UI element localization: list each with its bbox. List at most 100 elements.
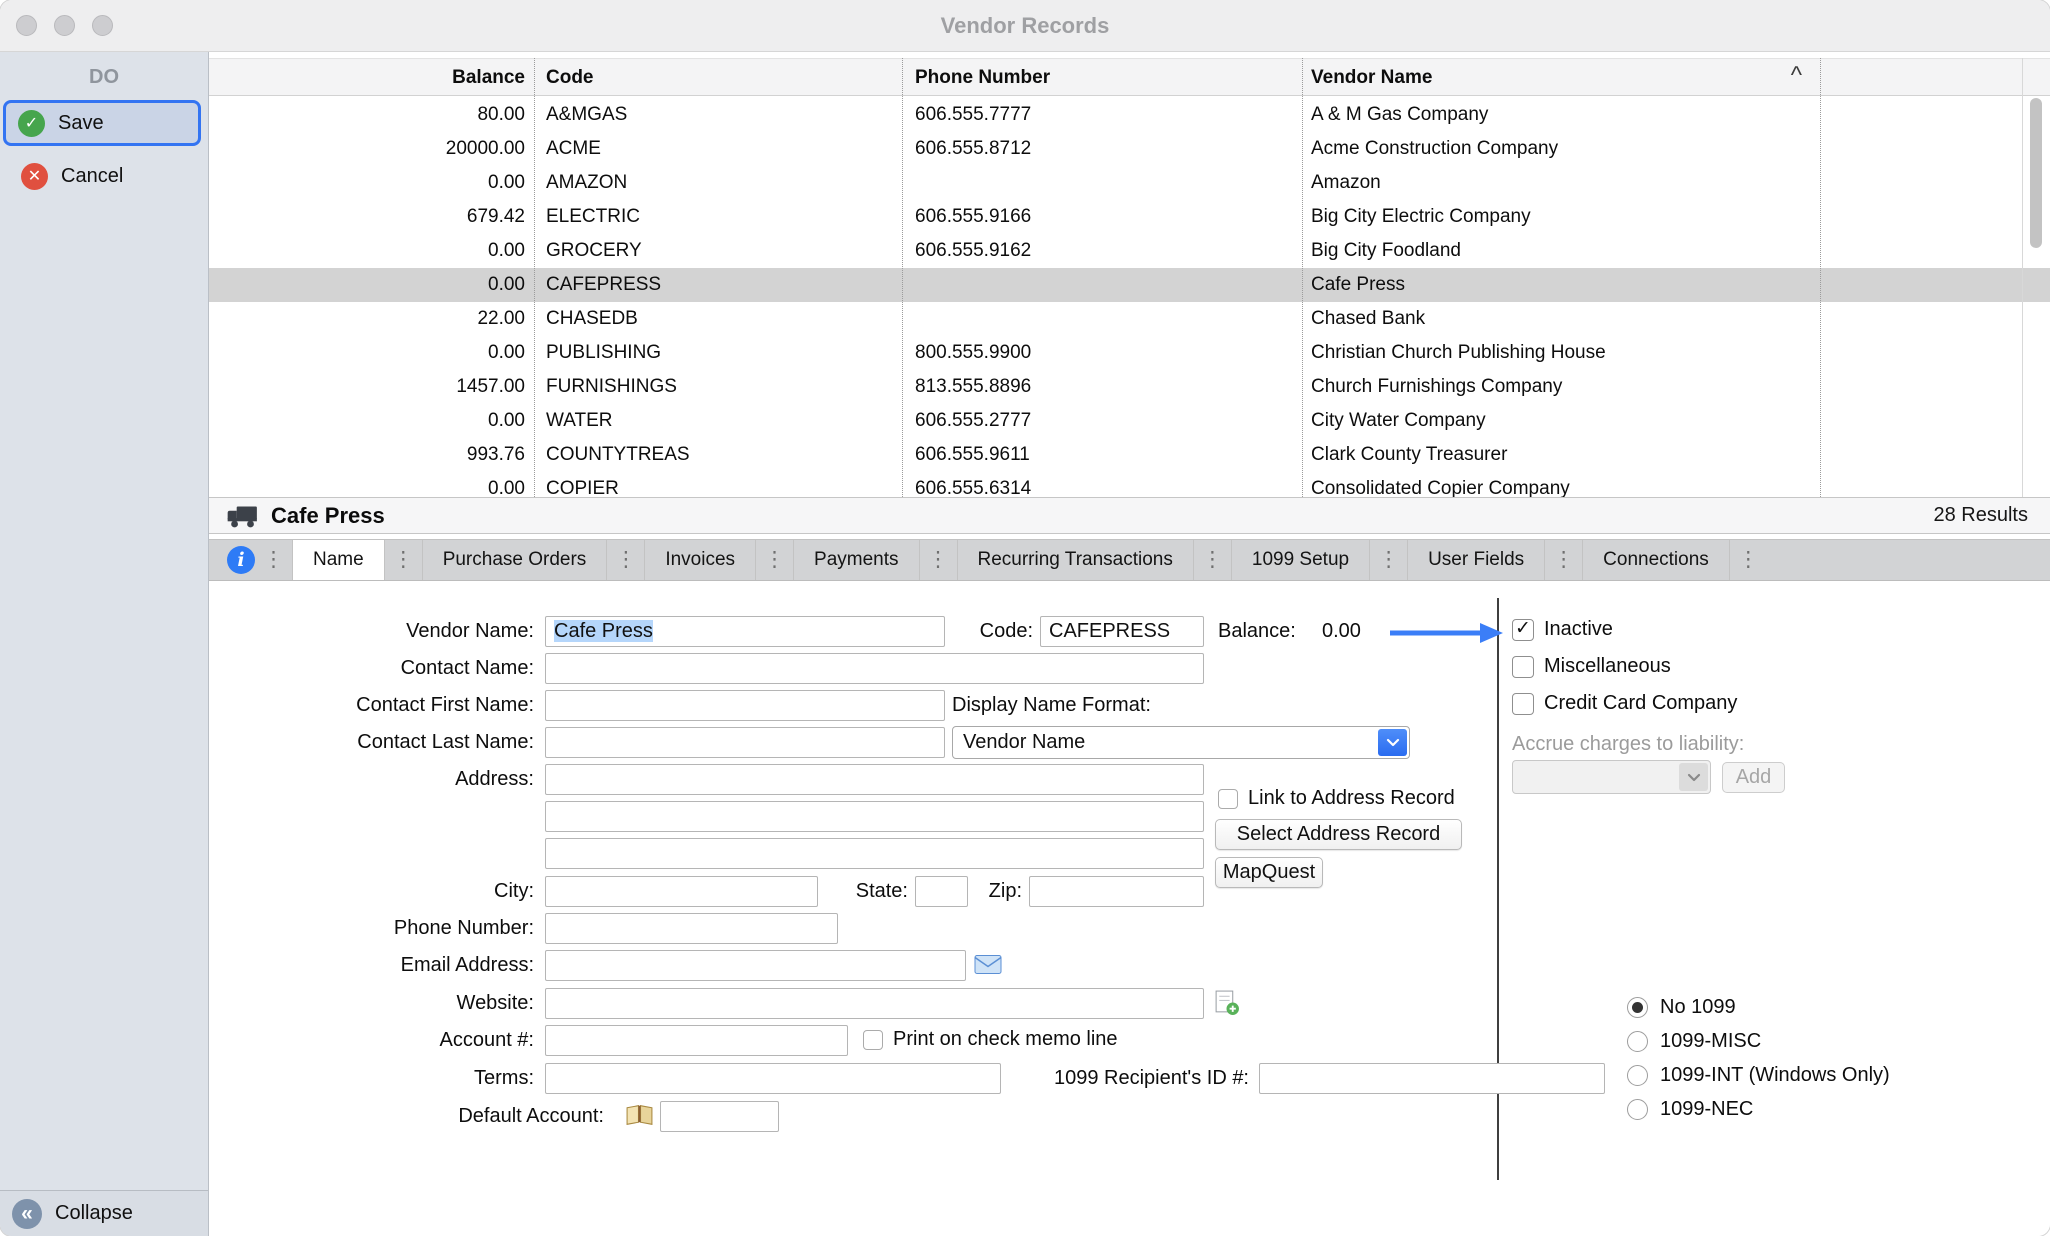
vendor-name-input[interactable]: Cafe Press bbox=[545, 616, 945, 647]
column-header-vendor-name[interactable]: Vendor Name ^ bbox=[1311, 59, 1816, 97]
radio-1099-int-label: 1099-INT (Windows Only) bbox=[1660, 1064, 1890, 1087]
tab-drag-handle-icon: ⋮ bbox=[1202, 540, 1223, 580]
phone-number-label: Phone Number: bbox=[394, 913, 534, 944]
link-address-checkbox[interactable] bbox=[1218, 789, 1238, 809]
website-input[interactable] bbox=[545, 988, 1204, 1019]
tab-recurring-transactions[interactable]: Recurring Transactions bbox=[957, 540, 1194, 580]
code-input[interactable] bbox=[1040, 616, 1204, 647]
contact-name-input[interactable] bbox=[545, 653, 1204, 684]
table-row[interactable]: 0.00COPIER606.555.6314Consolidated Copie… bbox=[209, 472, 2050, 497]
sort-ascending-icon: ^ bbox=[1791, 59, 1802, 95]
print-memo-checkbox-row[interactable]: Print on check memo line bbox=[863, 1028, 1118, 1051]
table-row[interactable]: 679.42ELECTRIC606.555.9166Big City Elect… bbox=[209, 200, 2050, 234]
address-line1-input[interactable] bbox=[545, 764, 1204, 795]
table-cell-balance: 0.00 bbox=[209, 404, 525, 438]
radio-1099-misc[interactable]: 1099-MISC bbox=[1627, 1030, 1761, 1053]
code-label: Code: bbox=[980, 616, 1033, 647]
tab-drag-handle-icon: ⋮ bbox=[1738, 540, 1759, 580]
table-row[interactable]: 1457.00FURNISHINGS813.555.8896Church Fur… bbox=[209, 370, 2050, 404]
table-row[interactable]: 0.00CAFEPRESSCafe Press bbox=[209, 268, 2050, 302]
table-scrollbar-thumb[interactable] bbox=[2030, 98, 2042, 248]
table-row[interactable]: 0.00GROCERY606.555.9162Big City Foodland bbox=[209, 234, 2050, 268]
tab-user-fields[interactable]: User Fields bbox=[1407, 540, 1545, 580]
add-liability-button[interactable]: Add bbox=[1722, 762, 1785, 793]
recipient-id-input[interactable] bbox=[1259, 1063, 1605, 1094]
collapse-label: Collapse bbox=[55, 1202, 133, 1225]
inactive-checkbox[interactable]: ✓ bbox=[1512, 619, 1534, 641]
pointer-arrow-icon bbox=[1386, 616, 1506, 650]
link-address-checkbox-row[interactable]: Link to Address Record bbox=[1218, 787, 1455, 810]
column-header-code[interactable]: Code bbox=[546, 59, 896, 97]
table-cell-balance: 0.00 bbox=[209, 268, 525, 302]
table-cell-code: A&MGAS bbox=[546, 98, 896, 132]
cancel-button[interactable]: ✕ Cancel bbox=[6, 156, 202, 196]
display-name-format-value: Vendor Name bbox=[963, 727, 1085, 758]
inactive-checkbox-row[interactable]: ✓ Inactive bbox=[1512, 618, 1613, 641]
website-label: Website: bbox=[457, 988, 534, 1019]
table-row[interactable]: 80.00A&MGAS606.555.7777A & M Gas Company bbox=[209, 98, 2050, 132]
address-line2-input[interactable] bbox=[545, 801, 1204, 832]
mapquest-button[interactable]: MapQuest bbox=[1215, 857, 1323, 888]
collapse-button[interactable]: « Collapse bbox=[0, 1190, 208, 1236]
table-cell-name: Big City Electric Company bbox=[1311, 200, 1816, 234]
ledger-book-icon[interactable] bbox=[625, 1103, 654, 1127]
table-cell-phone: 813.555.8896 bbox=[915, 370, 1295, 404]
record-status-bar: Cafe Press 28 Results bbox=[209, 497, 2050, 534]
print-memo-checkbox[interactable] bbox=[863, 1030, 883, 1050]
account-number-input[interactable] bbox=[545, 1025, 848, 1056]
vendor-truck-icon bbox=[225, 503, 259, 529]
terms-label: Terms: bbox=[474, 1063, 534, 1094]
accrue-liability-select[interactable] bbox=[1512, 760, 1711, 794]
select-address-record-button[interactable]: Select Address Record bbox=[1215, 819, 1462, 850]
table-row[interactable]: 993.76COUNTYTREAS606.555.9611Clark Count… bbox=[209, 438, 2050, 472]
miscellaneous-checkbox-row[interactable]: Miscellaneous bbox=[1512, 655, 1671, 678]
info-icon[interactable]: i bbox=[227, 546, 255, 574]
credit-card-company-checkbox[interactable] bbox=[1512, 693, 1534, 715]
email-icon[interactable] bbox=[974, 952, 1002, 977]
table-cell-phone bbox=[915, 166, 1295, 200]
open-website-icon[interactable] bbox=[1213, 989, 1240, 1016]
table-cell-balance: 80.00 bbox=[209, 98, 525, 132]
contact-last-name-input[interactable] bbox=[545, 727, 945, 758]
phone-number-input[interactable] bbox=[545, 913, 838, 944]
zip-input[interactable] bbox=[1029, 876, 1204, 907]
radio-1099-nec[interactable]: 1099-NEC bbox=[1627, 1098, 1753, 1121]
table-cell-balance: 0.00 bbox=[209, 166, 525, 200]
tab-purchase-orders[interactable]: Purchase Orders bbox=[422, 540, 608, 580]
table-row[interactable]: 0.00PUBLISHING800.555.9900Christian Chur… bbox=[209, 336, 2050, 370]
radio-icon[interactable] bbox=[1627, 1099, 1648, 1120]
radio-selected-icon[interactable] bbox=[1627, 997, 1648, 1018]
address-line3-input[interactable] bbox=[545, 838, 1204, 869]
table-cell-name: Church Furnishings Company bbox=[1311, 370, 1816, 404]
table-row[interactable]: 0.00AMAZONAmazon bbox=[209, 166, 2050, 200]
radio-icon[interactable] bbox=[1627, 1065, 1648, 1086]
table-row[interactable]: 22.00CHASEDBChased Bank bbox=[209, 302, 2050, 336]
tab-1099-setup[interactable]: 1099 Setup bbox=[1231, 540, 1370, 580]
tab-payments[interactable]: Payments bbox=[793, 540, 919, 580]
email-address-input[interactable] bbox=[545, 950, 966, 981]
table-row[interactable]: 20000.00ACME606.555.8712Acme Constructio… bbox=[209, 132, 2050, 166]
table-row[interactable]: 0.00WATER606.555.2777City Water Company bbox=[209, 404, 2050, 438]
tab-name[interactable]: Name bbox=[292, 540, 385, 580]
column-header-balance[interactable]: Balance bbox=[209, 59, 525, 97]
tab-invoices[interactable]: Invoices bbox=[644, 540, 756, 580]
contact-name-label: Contact Name: bbox=[401, 653, 534, 684]
city-input[interactable] bbox=[545, 876, 818, 907]
credit-card-company-checkbox-row[interactable]: Credit Card Company bbox=[1512, 692, 1737, 715]
save-button[interactable]: ✓ Save bbox=[3, 100, 201, 146]
contact-first-name-input[interactable] bbox=[545, 690, 945, 721]
radio-1099-misc-label: 1099-MISC bbox=[1660, 1030, 1761, 1053]
state-input[interactable] bbox=[915, 876, 968, 907]
radio-1099-int[interactable]: 1099-INT (Windows Only) bbox=[1627, 1064, 1890, 1087]
terms-input[interactable] bbox=[545, 1063, 1001, 1094]
display-name-format-select[interactable]: Vendor Name bbox=[952, 726, 1410, 759]
radio-no-1099[interactable]: No 1099 bbox=[1627, 996, 1736, 1019]
tab-connections[interactable]: Connections bbox=[1582, 540, 1730, 580]
tab-drag-handle-icon: ⋮ bbox=[764, 540, 785, 580]
table-cell-phone: 606.555.8712 bbox=[915, 132, 1295, 166]
column-header-phone[interactable]: Phone Number bbox=[915, 59, 1295, 97]
vendor-table-body: 80.00A&MGAS606.555.7777A & M Gas Company… bbox=[209, 98, 2050, 497]
radio-icon[interactable] bbox=[1627, 1031, 1648, 1052]
miscellaneous-checkbox[interactable] bbox=[1512, 656, 1534, 678]
default-account-input[interactable] bbox=[660, 1101, 779, 1132]
